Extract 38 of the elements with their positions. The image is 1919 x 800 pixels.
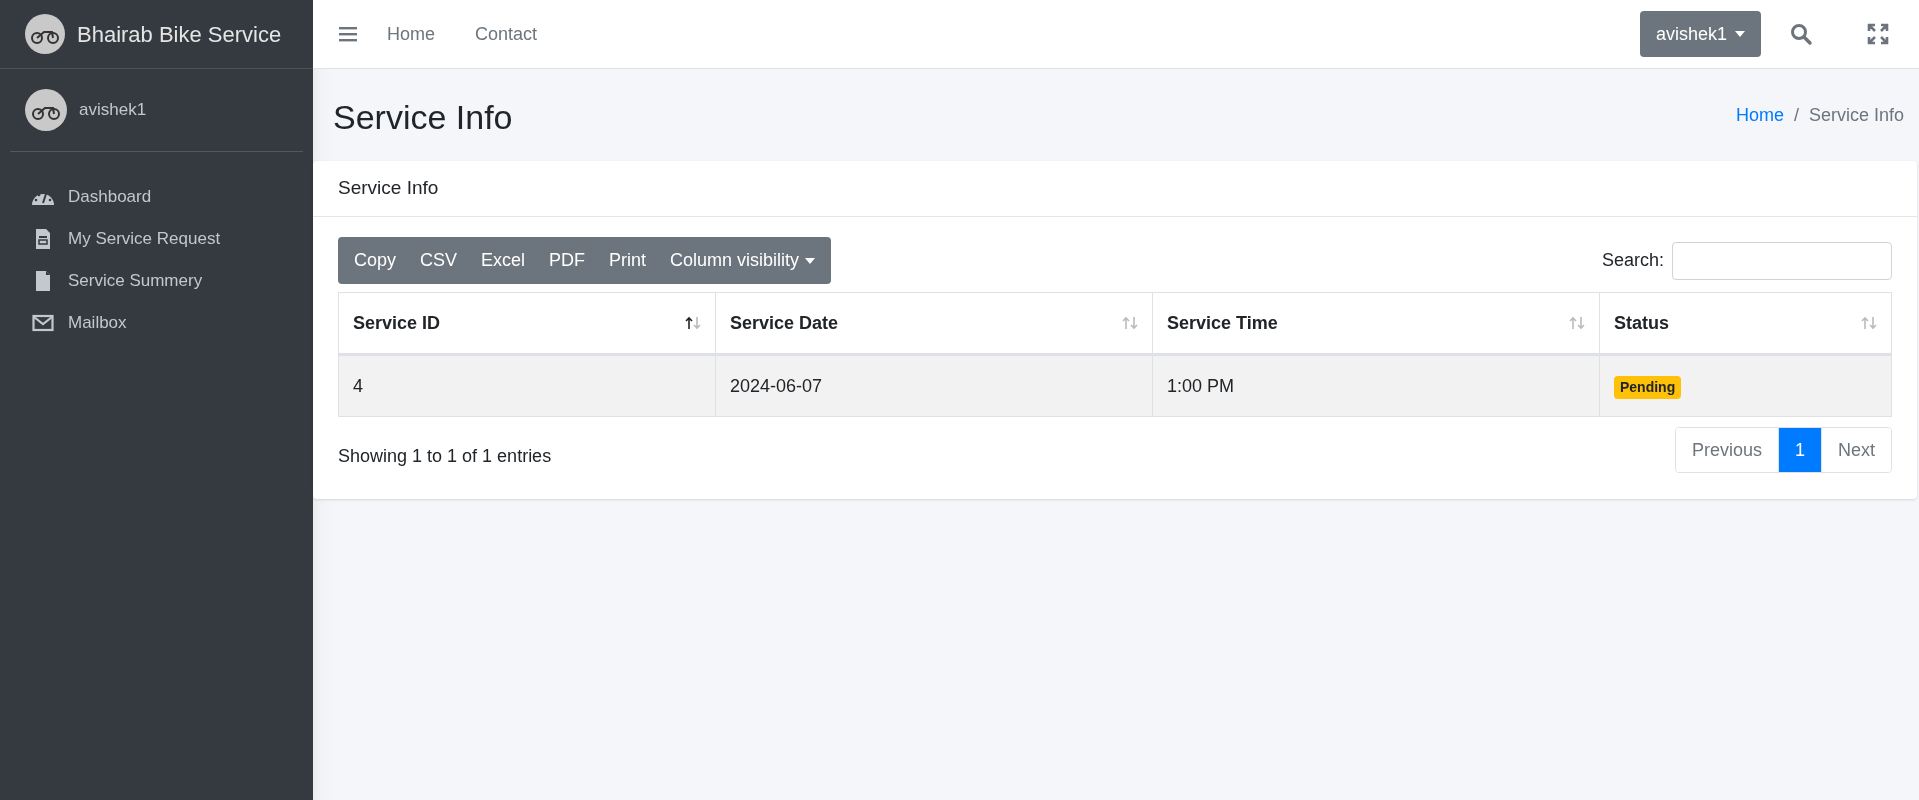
sidebar-item[interactable]: Mailbox [20,304,293,342]
logo-avatar [25,14,65,54]
export-button[interactable]: PDF [537,237,598,284]
pagination-button[interactable]: 1 [1777,428,1821,472]
mail-icon [32,314,54,332]
card-title: Service Info [338,176,439,201]
file-icon [34,270,52,292]
user-avatar [25,89,67,131]
document-form-icon [34,228,52,250]
export-button[interactable]: Excel [469,237,538,284]
search-icon[interactable] [1789,22,1813,46]
user-name[interactable]: avishek1 [79,97,147,123]
search-field[interactable] [1672,241,1892,280]
page-title: Service Info [333,96,513,138]
export-button[interactable]: Print [597,237,659,284]
sidebar-item[interactable]: My Service Request [20,220,293,258]
nav-link[interactable]: Contact [475,20,538,48]
sidebar-item[interactable]: Dashboard [20,178,293,216]
export-button[interactable]: CSV [408,237,470,284]
status-badge: Pending [1614,375,1682,399]
caret-icon [805,257,816,264]
sidebar-item[interactable]: Service Summery [20,262,293,300]
breadcrumb-link[interactable]: Home [1735,101,1784,129]
search-label: Search: [1601,249,1664,272]
entries-info: Showing 1 to 1 of 1 entries [338,444,552,468]
nav-link[interactable]: Home [387,20,435,48]
breadcrumb-separator: / [1793,103,1799,127]
export-button[interactable]: Copy [342,237,409,284]
table-cell: 2024-06-07 [715,354,1153,417]
table-cell: 4 [338,354,716,417]
table-cell: 1:00 PM [1152,354,1600,417]
breadcrumb-current: Service Info [1808,103,1904,127]
caret-icon [1735,31,1745,37]
brand-name[interactable]: Bhairab Bike Service [77,17,282,51]
pagination-button[interactable]: Next [1821,428,1891,472]
user-dropdown-button[interactable]: avishek1 [1639,11,1761,57]
fullscreen-icon[interactable] [1867,23,1889,45]
dropdown-button[interactable]: Column visibility [658,237,828,284]
